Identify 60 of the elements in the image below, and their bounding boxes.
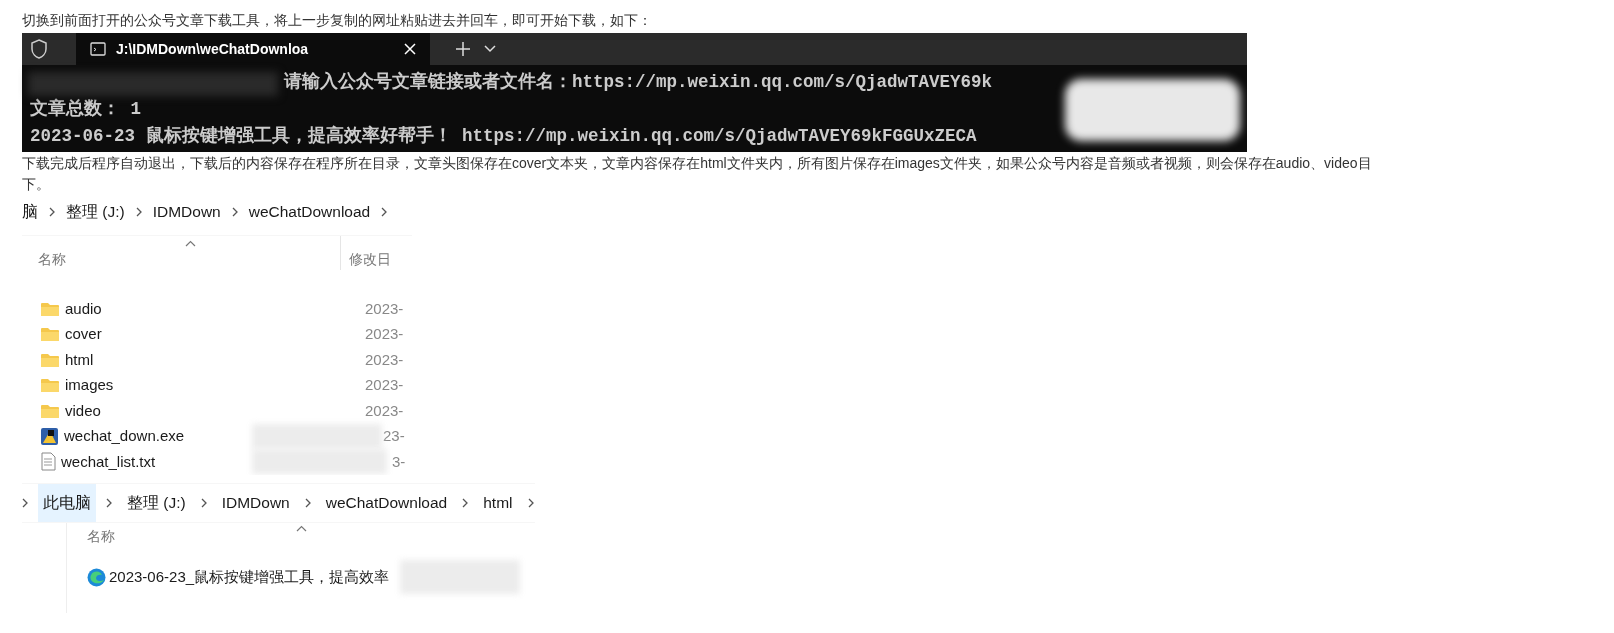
chevron-icon [49, 207, 55, 217]
terminal-line: 文章总数： 1 [30, 97, 141, 121]
file-name[interactable]: cover [65, 323, 102, 346]
sort-icon [185, 240, 196, 247]
file-name[interactable]: html [65, 348, 94, 371]
column-header[interactable]: 修改日 [349, 249, 391, 270]
chevron-icon [22, 497, 28, 508]
date-cell-text: 2023- [365, 375, 404, 395]
chevron-icon [135, 207, 142, 217]
terminal-line: 请输入公众号文章链接或者文件名：https://mp.weixin.qq.com/s/QjadwTAVEY69k [284, 70, 993, 94]
chevron-icon [200, 497, 207, 508]
plus-icon [456, 42, 471, 56]
paragraph: 下载完成后程序自动退出，下载后的内容保存在程序所在目录，文章头图保存在cover文本夹，文章内容保存在html文件夹内，所有图片保存在images文件夹，如果公众号内容是音频或者视频，则会保存在audio、video目 下。 [22, 154, 1373, 194]
breadcrumb-item[interactable]: IDMDown [150, 199, 223, 225]
chevron-icon [527, 497, 534, 508]
dropdown-button[interactable] [482, 43, 499, 55]
folder-icon [40, 326, 60, 343]
chevron-icon [106, 497, 112, 508]
program-icon [40, 426, 59, 446]
date-cell-text: 2023- [365, 400, 404, 421]
terminal-tab[interactable]: J:\IDMDown\weChatDownloa [76, 33, 431, 65]
folder-icon [40, 402, 60, 419]
breadcrumb-item[interactable]: 整理 (J:) [64, 199, 127, 225]
shield-icon [30, 39, 48, 59]
breadcrumb-item[interactable]: 整理 (J:) [122, 483, 191, 522]
folder-icon [40, 300, 60, 317]
file-name[interactable]: video [65, 399, 101, 422]
file-name[interactable]: audio [65, 297, 102, 320]
file-name[interactable]: 2023-06-23_鼠标按键增强工具，提高效率 [109, 566, 390, 589]
column-header[interactable]: 名称 [87, 525, 115, 547]
file-name[interactable]: images [65, 374, 114, 397]
column-header[interactable]: 名称 [22, 249, 340, 270]
breadcrumb-item[interactable]: IDMDown [216, 483, 295, 522]
folder-icon [40, 377, 60, 394]
close-icon[interactable] [404, 43, 417, 55]
chevron-down-icon [484, 45, 497, 53]
file-name[interactable]: wechat_down.exe [64, 425, 185, 448]
terminal-icon [90, 42, 106, 56]
chevron-icon [381, 207, 388, 217]
date-cell-text: 23- [383, 426, 405, 446]
folder-icon [40, 351, 60, 368]
date-cell-text: 2023- [365, 324, 404, 344]
new-tab-button[interactable] [454, 40, 473, 58]
breadcrumb-item[interactable]: weChatDownload [246, 199, 373, 225]
chevron-icon [231, 207, 238, 217]
terminal-line: 2023-06-23 鼠标按键增强工具，提高效率好帮手！ https://mp.weixin.qq.com/s/QjadwTAVEY69kFGGUxZECA [30, 124, 977, 148]
breadcrumb-item[interactable]: weChatDownload [320, 483, 453, 522]
date-cell-text: 2023- [365, 349, 404, 370]
text-file-icon [40, 452, 56, 472]
chevron-icon [304, 497, 311, 508]
date-cell-text: 3- [392, 451, 406, 472]
date-cell-text: 2023- [365, 298, 404, 319]
browser-icon [87, 567, 106, 587]
breadcrumb-item[interactable]: 脑 [22, 199, 40, 225]
paragraph: 切换到前面打开的公众号文章下载工具，将上一步复制的网址粘贴进去并回车，即可开始下载，如下： [22, 11, 653, 30]
sort-icon [296, 524, 307, 532]
breadcrumb-item[interactable]: 此电脑 [38, 483, 96, 522]
breadcrumb-item[interactable]: html [478, 483, 518, 522]
chevron-icon [462, 497, 469, 508]
file-name[interactable]: wechat_list.txt [61, 450, 156, 473]
